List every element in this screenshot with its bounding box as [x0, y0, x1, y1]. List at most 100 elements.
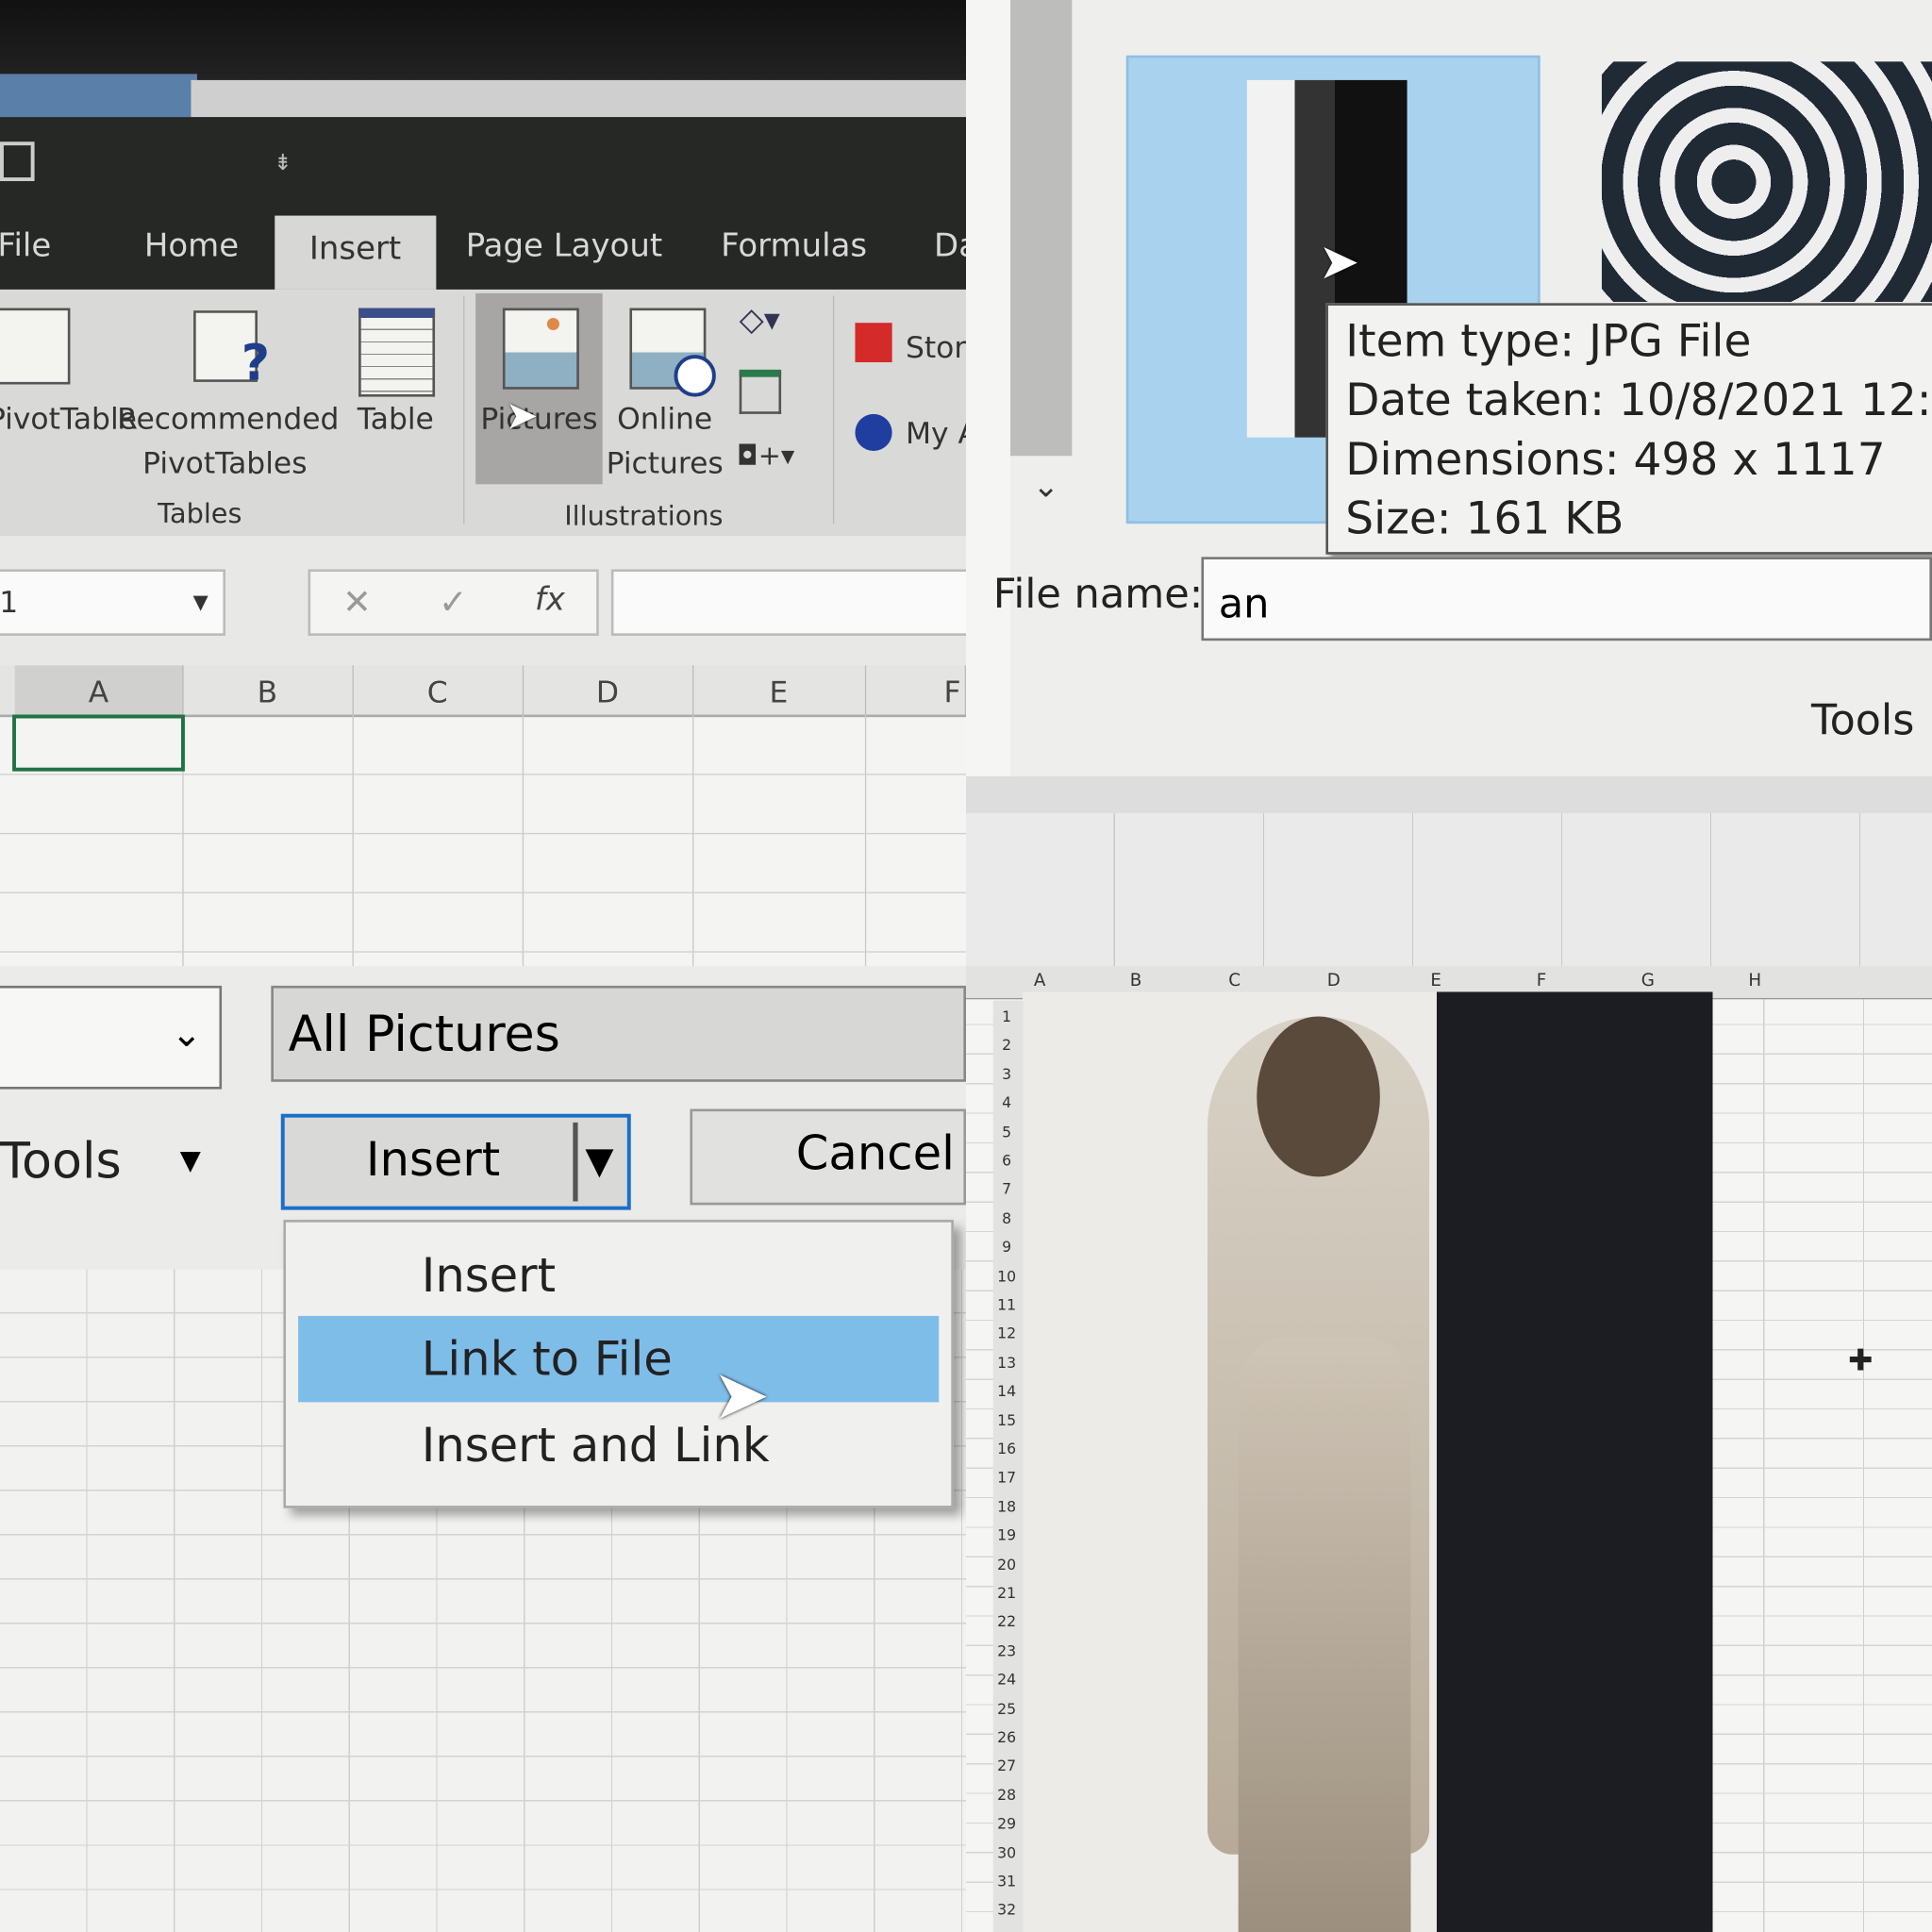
column-header-a[interactable]: A	[14, 665, 184, 719]
chevron-down-icon[interactable]: ▼	[193, 572, 208, 633]
row-header[interactable]: 18	[993, 1498, 1021, 1515]
inserted-doll-image[interactable]	[1023, 991, 1713, 1932]
tab-home[interactable]: Home	[144, 228, 239, 265]
column-header[interactable]: D	[1327, 971, 1341, 991]
row-header[interactable]: 28	[993, 1787, 1021, 1804]
insert-function-icon[interactable]: fx	[535, 581, 565, 618]
file-name-input[interactable]: an	[1201, 557, 1932, 641]
scrollbar-thumb[interactable]	[1010, 0, 1073, 457]
column-header-d[interactable]: D	[523, 665, 694, 715]
file-size: Size: 161 KB	[1345, 493, 1624, 545]
online-pictures-button[interactable]: Online Pictures	[607, 397, 724, 486]
file-name-label: File name:	[992, 569, 1204, 618]
row-header[interactable]: 15	[993, 1411, 1021, 1428]
file-type-filter[interactable]: All Pictures	[271, 985, 966, 1082]
date-taken: Date taken: 10/8/2021 12:55	[1345, 375, 1932, 426]
desktop-strip	[0, 74, 197, 118]
row-header[interactable]: 2	[993, 1037, 1021, 1054]
tools-button[interactable]: Tools	[1811, 696, 1914, 745]
column-header[interactable]: G	[1641, 971, 1655, 991]
row-header[interactable]: 6	[993, 1152, 1021, 1169]
recommended-pivot-icon: ?	[193, 310, 270, 391]
column-header-b[interactable]: B	[182, 665, 354, 715]
column-header[interactable]: F	[1537, 971, 1547, 991]
store-button[interactable]: Store	[906, 325, 966, 370]
view-dropdown[interactable]: ⌄	[0, 985, 223, 1090]
row-header[interactable]: 27	[993, 1757, 1021, 1774]
row-header[interactable]: 30	[993, 1844, 1021, 1861]
cancel-button[interactable]: Cancel	[690, 1108, 966, 1206]
column-header-e[interactable]: E	[692, 665, 867, 715]
row-header[interactable]: 29	[993, 1815, 1021, 1832]
row-header[interactable]: 7	[993, 1181, 1021, 1198]
pattern-thumbnail[interactable]	[1601, 61, 1932, 302]
row-header[interactable]: 5	[993, 1124, 1021, 1141]
column-header[interactable]: B	[1130, 971, 1142, 991]
tab-data[interactable]: Data	[934, 228, 966, 265]
row-header[interactable]: 3	[993, 1066, 1021, 1083]
row-header[interactable]: 9	[993, 1239, 1021, 1256]
column-header[interactable]: H	[1748, 971, 1761, 991]
row-header[interactable]: 23	[993, 1642, 1021, 1659]
recommended-pivottables-button[interactable]: Recommended PivotTables	[117, 397, 339, 486]
row-header[interactable]: 16	[993, 1441, 1021, 1457]
enter-icon[interactable]: ✓	[439, 581, 468, 622]
grid-line	[0, 891, 966, 893]
row-header[interactable]: 17	[993, 1469, 1021, 1486]
excel-ribbon-photo: ⇟ File Home Insert Page Layout Formulas …	[0, 0, 966, 966]
tab-insert[interactable]: Insert	[275, 215, 436, 290]
store-icon	[855, 323, 892, 362]
chevron-down-icon: ⌄	[171, 1012, 203, 1057]
formula-input[interactable]	[610, 569, 966, 636]
row-header[interactable]: 21	[993, 1585, 1021, 1602]
insert-picture-dialog-photo: ⌄ ➤ Item type: JPG File Date taken: 10/8…	[966, 0, 1932, 966]
row-header[interactable]: 14	[993, 1383, 1021, 1400]
column-header[interactable]: E	[1430, 971, 1441, 991]
tools-dropdown-icon[interactable]: ▼	[180, 1146, 201, 1177]
menu-item-insert-and-link[interactable]: Insert and Link	[298, 1402, 939, 1488]
column-header-f[interactable]: F	[865, 665, 966, 715]
tab-page-layout[interactable]: Page Layout	[466, 228, 662, 265]
row-header[interactable]: 22	[993, 1613, 1021, 1630]
column-header-c[interactable]: C	[353, 665, 525, 715]
table-button[interactable]: Table	[358, 397, 434, 441]
save-icon[interactable]	[0, 142, 35, 181]
cancel-icon[interactable]: ✕	[342, 581, 372, 622]
shapes-icon[interactable]: ◇▾	[740, 302, 780, 339]
column-header[interactable]: C	[1228, 971, 1241, 991]
menu-item-insert[interactable]: Insert	[298, 1232, 939, 1318]
tab-formulas[interactable]: Formulas	[721, 228, 867, 265]
row-header[interactable]: 20	[993, 1556, 1021, 1573]
row-header[interactable]: 25	[993, 1700, 1021, 1717]
customize-toolbar-icon[interactable]: ⇟	[274, 150, 292, 175]
row-header[interactable]: 12	[993, 1325, 1021, 1342]
row-header[interactable]: 11	[993, 1296, 1021, 1313]
row-header[interactable]: 10	[993, 1267, 1021, 1284]
screenshot-icon[interactable]: ◘+▾	[737, 441, 794, 473]
row-header[interactable]: 31	[993, 1873, 1021, 1890]
row-header[interactable]: 32	[993, 1902, 1021, 1919]
menu-item-link-to-file[interactable]: Link to File	[298, 1315, 940, 1403]
pivot-table-icon	[0, 308, 71, 385]
row-header[interactable]: 1	[993, 1008, 1021, 1024]
my-addins-button[interactable]: My Add-ins	[906, 411, 966, 456]
name-box[interactable]: A1 ▼	[0, 569, 226, 636]
smartart-icon[interactable]	[739, 369, 782, 414]
row-header[interactable]: 19	[993, 1527, 1021, 1544]
column-header[interactable]: A	[1034, 971, 1046, 991]
insert-options-arrow-icon[interactable]: ▼	[585, 1140, 613, 1183]
tools-button[interactable]: Tools	[0, 1134, 122, 1191]
online-pictures-icon	[629, 308, 716, 397]
tab-file[interactable]: File	[0, 228, 51, 265]
scroll-down-icon[interactable]: ⌄	[1033, 468, 1059, 505]
active-cell-a1[interactable]	[12, 714, 185, 772]
label-line-2: Pictures	[606, 445, 724, 481]
row-header[interactable]: 8	[993, 1209, 1021, 1226]
row-header[interactable]: 13	[993, 1354, 1021, 1371]
row-header[interactable]: 4	[993, 1094, 1021, 1111]
grid-line	[0, 832, 966, 835]
row-header[interactable]: 24	[993, 1671, 1021, 1688]
insert-split-button[interactable]: Insert ▼	[280, 1113, 631, 1210]
label-line-2: PivotTables	[142, 445, 308, 481]
row-header[interactable]: 26	[993, 1728, 1021, 1745]
